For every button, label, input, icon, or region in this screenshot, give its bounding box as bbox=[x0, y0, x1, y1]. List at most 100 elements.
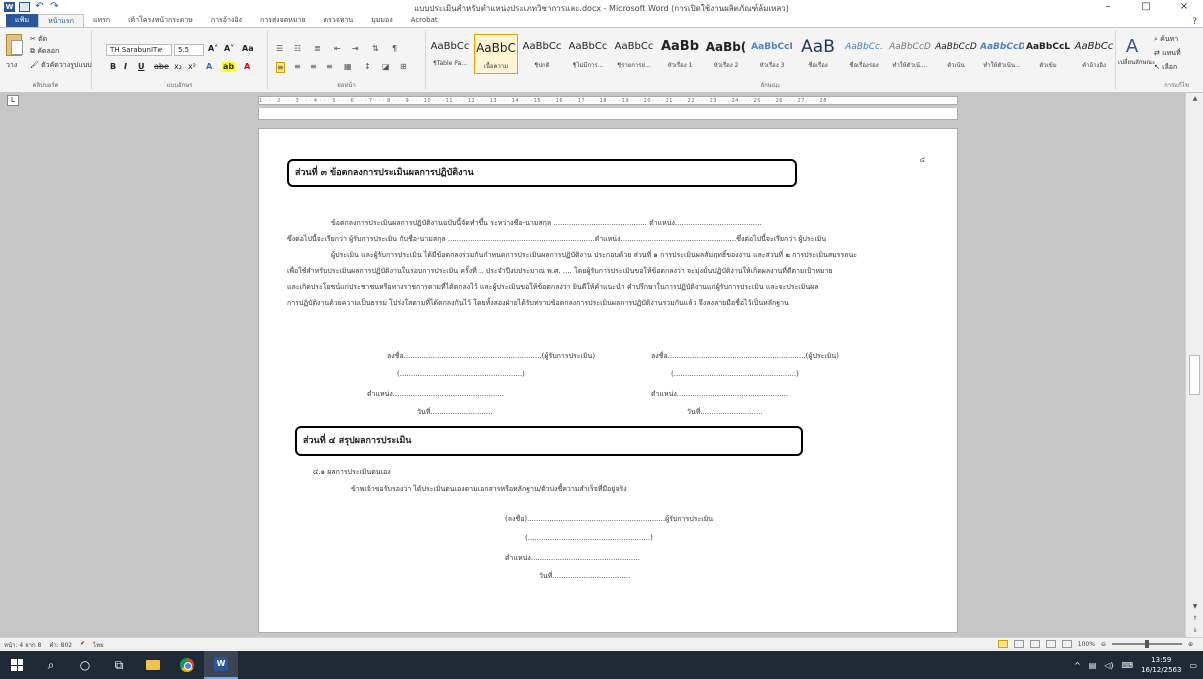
tab-acrobat[interactable]: Acrobat bbox=[402, 14, 447, 27]
style-normal[interactable]: AaBbCc ¶ปกติ bbox=[520, 34, 564, 74]
superscript-button[interactable]: x² bbox=[188, 62, 196, 71]
help-icon[interactable]: ? bbox=[1192, 17, 1203, 27]
tab-references[interactable]: การอ้างอิง bbox=[202, 14, 251, 27]
style-no-spacing[interactable]: AaBbCc ¶ไม่มีการ... bbox=[566, 34, 610, 74]
find-button[interactable]: ⌕ ค้นหา bbox=[1154, 34, 1178, 45]
style-heading-1[interactable]: AaBb หัวเรื่อง 1 bbox=[658, 34, 702, 74]
style-title[interactable]: AaB ชื่อเรื่อง bbox=[796, 34, 840, 74]
redo-icon[interactable]: ↷ bbox=[49, 2, 60, 12]
web-layout-icon[interactable] bbox=[1029, 640, 1040, 648]
align-right-icon[interactable]: ≡ bbox=[310, 62, 317, 71]
scroll-up-icon[interactable]: ▲ bbox=[1186, 93, 1203, 105]
font-size-select[interactable]: 5.5 bbox=[174, 44, 204, 56]
style-heading-2[interactable]: AaBb(หัวเรื่อง 2 bbox=[704, 34, 748, 74]
tab-review[interactable]: ตรวจทาน bbox=[315, 14, 363, 27]
word-taskbar-icon[interactable]: W bbox=[204, 651, 238, 679]
style-emphasis[interactable]: AaBbCcD ตัวเน้น bbox=[934, 34, 978, 74]
word-app-icon[interactable]: W bbox=[4, 2, 15, 12]
line-spacing-icon[interactable]: ↕ bbox=[364, 62, 371, 71]
start-button[interactable] bbox=[0, 651, 34, 679]
subscript-button[interactable]: x₂ bbox=[174, 62, 182, 71]
keyboard-language-icon[interactable]: ⌨ bbox=[1122, 661, 1134, 670]
draft-view-icon[interactable] bbox=[1061, 640, 1072, 648]
minimize-button[interactable]: – bbox=[1089, 0, 1127, 14]
tab-selector[interactable]: L bbox=[7, 95, 19, 106]
style-heading-3[interactable]: AaBbCcI หัวเรื่อง 3 bbox=[750, 34, 794, 74]
style-strong[interactable]: AaBbCcL ตัวเข้ม bbox=[1026, 34, 1070, 74]
document-page[interactable]: ๔ ส่วนที่ ๓ ข้อตกลงการประเมินผลการปฏิบัต… bbox=[258, 128, 958, 633]
outline-view-icon[interactable] bbox=[1045, 640, 1056, 648]
proofing-icon[interactable]: ✔ bbox=[80, 640, 85, 650]
change-styles-button[interactable]: A เปลี่ยนลักษณะ bbox=[1118, 36, 1155, 67]
text-effects-icon[interactable]: A bbox=[206, 62, 212, 71]
document-area[interactable]: ๔ ส่วนที่ ๓ ข้อตกลงการประเมินผลการปฏิบัต… bbox=[0, 108, 1185, 637]
vertical-scrollbar[interactable]: ▲ ▼ ⇑ ⇓ bbox=[1185, 93, 1203, 637]
align-left-icon[interactable]: ≡ bbox=[276, 62, 285, 73]
font-name-select[interactable]: TH SarabunIT๙ bbox=[106, 44, 172, 56]
page-count[interactable]: หน้า: 4 จาก 8 bbox=[4, 640, 41, 650]
print-layout-view-icon[interactable] bbox=[997, 640, 1008, 648]
word-count[interactable]: คำ: 802 bbox=[49, 640, 72, 650]
shrink-font-icon[interactable]: A˅ bbox=[224, 44, 234, 53]
scroll-down-icon[interactable]: ▼ ⇑ ⇓ bbox=[1186, 601, 1203, 637]
thai-distribute-icon[interactable]: ▦ bbox=[344, 62, 352, 71]
style-body-text[interactable]: AaBbC เนื้อความ bbox=[474, 34, 518, 74]
strikethrough-button[interactable]: abe bbox=[154, 62, 169, 71]
close-button[interactable]: × bbox=[1165, 0, 1203, 14]
bullets-icon[interactable]: ☰ bbox=[276, 44, 283, 53]
zoom-out-icon[interactable]: ⊖ bbox=[1101, 641, 1106, 648]
italic-button[interactable]: I bbox=[124, 62, 127, 71]
style-list-paragraph[interactable]: AaBbCc ¶รายการย่... bbox=[612, 34, 656, 74]
borders-icon[interactable]: ⊞ bbox=[400, 62, 407, 71]
paste-icon[interactable] bbox=[6, 34, 23, 56]
search-icon[interactable]: ⌕ bbox=[34, 651, 68, 679]
zoom-slider-thumb[interactable] bbox=[1144, 640, 1149, 648]
sort-icon[interactable]: ⇅ bbox=[372, 44, 379, 53]
scroll-thumb[interactable] bbox=[1189, 355, 1200, 395]
highlight-icon[interactable]: ab bbox=[222, 62, 236, 71]
paste-button[interactable]: วาง bbox=[6, 60, 17, 71]
zoom-level[interactable]: 100% bbox=[1078, 641, 1095, 648]
maximize-button[interactable]: □ bbox=[1127, 0, 1165, 14]
tray-chevron-icon[interactable]: ^ bbox=[1074, 661, 1081, 670]
tab-home[interactable]: หน้าแรก bbox=[38, 14, 84, 27]
zoom-in-icon[interactable]: ⊕ bbox=[1188, 641, 1193, 648]
align-center-icon[interactable]: ≡ bbox=[294, 62, 301, 71]
style-subtle-emphasis[interactable]: AaBbCcD ทำให้ตัวเน้.... bbox=[888, 34, 932, 74]
underline-button[interactable]: U bbox=[138, 62, 145, 71]
shading-icon[interactable]: ◪ bbox=[382, 62, 390, 71]
tab-mailings[interactable]: การส่งจดหมาย bbox=[251, 14, 315, 27]
bold-button[interactable]: B bbox=[110, 62, 116, 71]
language-indicator[interactable]: ไทย bbox=[93, 640, 104, 650]
copy-button[interactable]: ⧉ คัดลอก bbox=[30, 46, 59, 57]
multilevel-list-icon[interactable]: ≣ bbox=[314, 44, 321, 53]
zoom-slider[interactable] bbox=[1111, 640, 1182, 648]
style-table-paragraph[interactable]: AaBbCc ¶Table Pa... bbox=[428, 34, 472, 74]
cut-button[interactable]: ✂ ตัด bbox=[30, 34, 47, 45]
tab-insert[interactable]: แทรก bbox=[84, 14, 119, 27]
show-marks-icon[interactable]: ¶ bbox=[392, 44, 397, 53]
font-color-icon[interactable]: A bbox=[244, 62, 250, 71]
network-icon[interactable]: ▤ bbox=[1089, 661, 1097, 670]
decrease-indent-icon[interactable]: ⇤ bbox=[334, 44, 341, 53]
save-icon[interactable] bbox=[19, 2, 30, 12]
file-explorer-icon[interactable] bbox=[136, 651, 170, 679]
tab-page-layout[interactable]: เค้าโครงหน้ากระดาษ bbox=[119, 14, 202, 27]
tab-view[interactable]: มุมมอง bbox=[362, 14, 401, 27]
justify-icon[interactable]: ≡ bbox=[326, 62, 333, 71]
select-button[interactable]: ↖ เลือก bbox=[1154, 62, 1177, 73]
style-quote[interactable]: AaBbCc คำอ้างอิง bbox=[1072, 34, 1116, 74]
format-painter-button[interactable]: 🖌 ตัวคัดวางรูปแบบ bbox=[30, 60, 92, 71]
increase-indent-icon[interactable]: ⇥ bbox=[352, 44, 359, 53]
notification-icon[interactable]: ▭ bbox=[1189, 661, 1197, 670]
undo-icon[interactable]: ↶ bbox=[34, 2, 45, 12]
change-case-icon[interactable]: Aa bbox=[242, 44, 254, 53]
cortana-icon[interactable]: ○ bbox=[68, 651, 102, 679]
chrome-icon[interactable] bbox=[170, 651, 204, 679]
replace-button[interactable]: ⇄ แทนที่ bbox=[1154, 48, 1181, 59]
style-subtitle[interactable]: AaBbCc. ชื่อเรื่องรอง bbox=[842, 34, 886, 74]
task-view-icon[interactable]: ⧉ bbox=[102, 651, 136, 679]
clock[interactable]: 13:59 16/12/2563 bbox=[1141, 655, 1181, 675]
tab-file[interactable]: แฟ้ม bbox=[6, 14, 39, 27]
volume-icon[interactable]: ◁) bbox=[1104, 661, 1113, 670]
